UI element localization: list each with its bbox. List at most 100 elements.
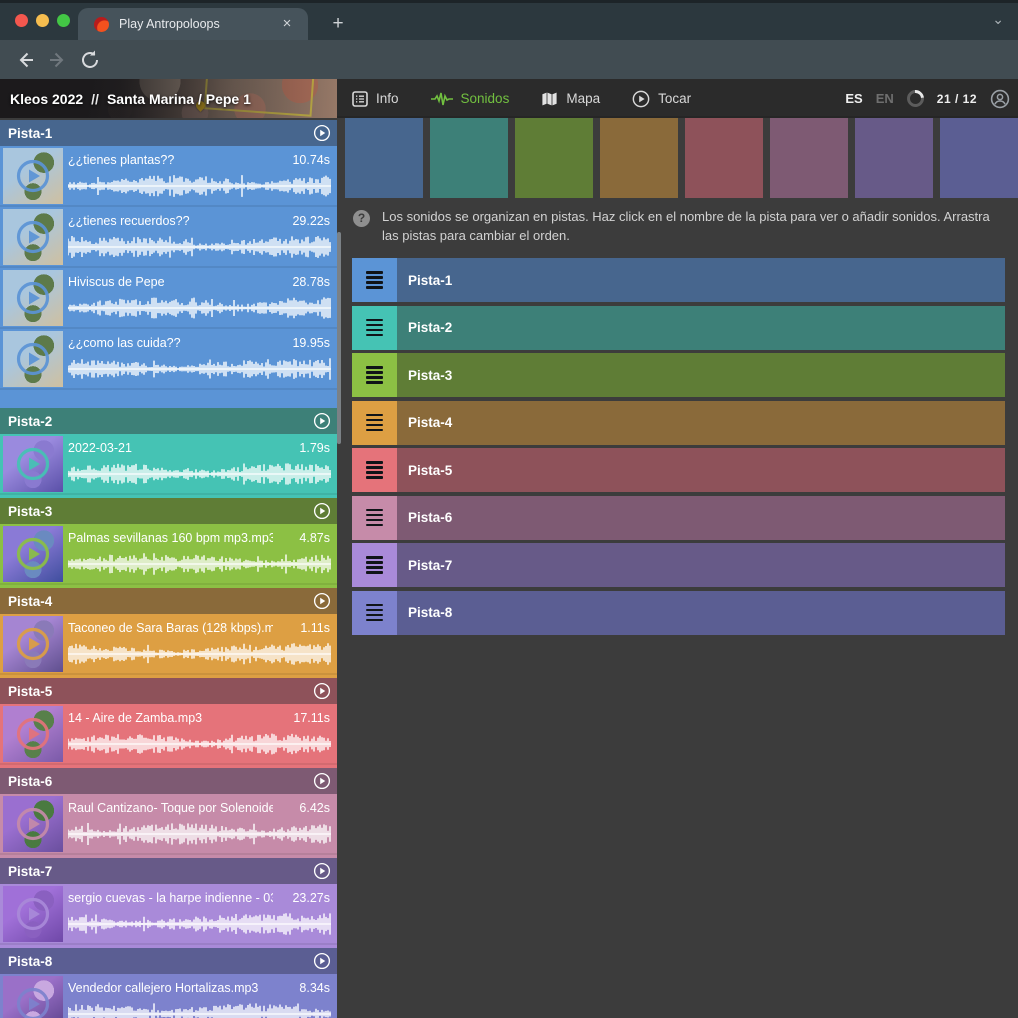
drag-handle-icon[interactable] xyxy=(352,258,397,302)
clip-play-icon[interactable] xyxy=(16,987,50,1018)
track-row-pista-8[interactable]: Pista-8 xyxy=(352,591,1005,635)
sound-clip[interactable]: ¿¿tienes recuerdos?? 29.22s xyxy=(0,207,337,268)
clip-thumbnail[interactable] xyxy=(3,796,63,852)
breadcrumb-project[interactable]: Kleos 2022 xyxy=(10,91,83,107)
track-header[interactable]: Pista-7 xyxy=(0,858,337,884)
clip-thumbnail[interactable] xyxy=(3,148,63,204)
swatch-pista-5[interactable] xyxy=(685,118,763,198)
track-header[interactable]: Pista-1 xyxy=(0,120,337,146)
lang-es-button[interactable]: ES xyxy=(845,91,862,106)
drag-handle-icon[interactable] xyxy=(352,496,397,540)
tab-search-chevron-icon[interactable]: ⌄ xyxy=(992,11,1004,28)
clip-thumbnail[interactable] xyxy=(3,270,63,326)
clip-title: Palmas sevillanas 160 bpm mp3.mp3 xyxy=(68,531,273,545)
track-play-icon[interactable] xyxy=(313,772,331,790)
track-row-pista-4[interactable]: Pista-4 xyxy=(352,401,1005,445)
breadcrumb-location[interactable]: Santa Marina / Pepe 1 xyxy=(107,91,251,107)
clip-thumbnail[interactable] xyxy=(3,436,63,492)
sound-clip[interactable]: Hiviscus de Pepe 28.78s xyxy=(0,268,337,329)
track-header[interactable]: Pista-8 xyxy=(0,948,337,974)
swatch-pista-8[interactable] xyxy=(940,118,1018,198)
sound-clip[interactable]: Taconeo de Sara Baras (128 kbps).mp3 1.1… xyxy=(0,614,337,675)
clip-thumbnail[interactable] xyxy=(3,616,63,672)
drag-handle-icon[interactable] xyxy=(352,448,397,492)
swatch-pista-6[interactable] xyxy=(770,118,848,198)
window-minimize-button[interactable] xyxy=(36,14,49,27)
window-close-button[interactable] xyxy=(15,14,28,27)
clip-play-icon[interactable] xyxy=(16,220,50,254)
track-header[interactable]: Pista-4 xyxy=(0,588,337,614)
track-header[interactable]: Pista-5 xyxy=(0,678,337,704)
lang-en-button[interactable]: EN xyxy=(876,91,894,106)
clip-play-icon[interactable] xyxy=(16,627,50,661)
nav-tocar[interactable]: Tocar xyxy=(632,90,691,108)
clip-waveform xyxy=(68,295,331,321)
clip-thumbnail[interactable] xyxy=(3,209,63,265)
track-header[interactable]: Pista-2 xyxy=(0,408,337,434)
drag-handle-icon[interactable] xyxy=(352,591,397,635)
swatch-pista-7[interactable] xyxy=(855,118,933,198)
forward-icon[interactable] xyxy=(47,49,69,71)
back-icon[interactable] xyxy=(14,49,36,71)
nav-info-label: Info xyxy=(376,91,399,106)
drag-handle-icon[interactable] xyxy=(352,353,397,397)
track-row-pista-7[interactable]: Pista-7 xyxy=(352,543,1005,587)
map-thumbnail: Kleos 2022 // Santa Marina / Pepe 1 xyxy=(0,79,337,118)
track-row-pista-5[interactable]: Pista-5 xyxy=(352,448,1005,492)
sound-clip[interactable]: Vendedor callejero Hortalizas.mp3 8.34s xyxy=(0,974,337,1018)
clip-play-icon[interactable] xyxy=(16,897,50,931)
track-play-icon[interactable] xyxy=(313,862,331,880)
clip-play-icon[interactable] xyxy=(16,281,50,315)
tab-close-icon[interactable]: × xyxy=(278,15,296,33)
drag-handle-icon[interactable] xyxy=(352,401,397,445)
window-zoom-button[interactable] xyxy=(57,14,70,27)
nav-mapa[interactable]: Mapa xyxy=(541,91,600,107)
browser-tab[interactable]: Play Antropoloops × xyxy=(78,8,308,40)
clip-play-icon[interactable] xyxy=(16,537,50,571)
clip-thumbnail[interactable] xyxy=(3,526,63,582)
clip-thumbnail[interactable] xyxy=(3,331,63,387)
track-header[interactable]: Pista-6 xyxy=(0,768,337,794)
swatch-pista-4[interactable] xyxy=(600,118,678,198)
sound-clip[interactable]: 2022-03-21 1.79s xyxy=(0,434,337,495)
track-row-pista-1[interactable]: Pista-1 xyxy=(352,258,1005,302)
track-play-icon[interactable] xyxy=(313,412,331,430)
sound-clip[interactable]: Raul Cantizano- Toque por Solenoide.mp3 … xyxy=(0,794,337,855)
track-row-pista-3[interactable]: Pista-3 xyxy=(352,353,1005,397)
sound-clip[interactable]: 14 - Aire de Zamba.mp3 17.11s xyxy=(0,704,337,765)
track-play-icon[interactable] xyxy=(313,124,331,142)
app-header: Kleos 2022 // Santa Marina / Pepe 1 Info… xyxy=(0,79,1018,118)
sound-clip[interactable]: sergio cuevas - la harpe indienne - 03 -… xyxy=(0,884,337,945)
clip-play-icon[interactable] xyxy=(16,717,50,751)
sound-clip[interactable]: ¿¿tienes plantas?? 10.74s xyxy=(0,146,337,207)
track-header[interactable]: Pista-3 xyxy=(0,498,337,524)
drag-handle-icon[interactable] xyxy=(352,543,397,587)
clip-thumbnail[interactable] xyxy=(3,706,63,762)
clip-play-icon[interactable] xyxy=(16,342,50,376)
sound-clip[interactable]: Palmas sevillanas 160 bpm mp3.mp3 4.87s xyxy=(0,524,337,585)
clip-thumbnail[interactable] xyxy=(3,976,63,1018)
track-play-icon[interactable] xyxy=(313,592,331,610)
account-icon[interactable] xyxy=(990,89,1010,109)
clip-play-icon[interactable] xyxy=(16,807,50,841)
clip-play-icon[interactable] xyxy=(16,159,50,193)
track-play-icon[interactable] xyxy=(313,502,331,520)
track-play-icon[interactable] xyxy=(313,952,331,970)
clip-play-icon[interactable] xyxy=(16,447,50,481)
nav-info[interactable]: Info xyxy=(352,91,399,107)
reload-icon[interactable] xyxy=(79,49,101,71)
swatch-pista-1[interactable] xyxy=(345,118,423,198)
new-tab-button[interactable]: + xyxy=(326,12,350,36)
swatch-pista-3[interactable] xyxy=(515,118,593,198)
sound-clip[interactable]: ¿¿como las cuida?? 19.95s xyxy=(0,329,337,390)
swatch-pista-2[interactable] xyxy=(430,118,508,198)
clip-title: 14 - Aire de Zamba.mp3 xyxy=(68,711,273,725)
header-controls: ES EN 21 / 12 xyxy=(845,79,1010,118)
drag-handle-icon[interactable] xyxy=(352,306,397,350)
nav-sonidos[interactable]: Sonidos xyxy=(431,91,510,107)
sidebar-scrollbar[interactable] xyxy=(337,232,341,444)
track-play-icon[interactable] xyxy=(313,682,331,700)
track-row-pista-6[interactable]: Pista-6 xyxy=(352,496,1005,540)
clip-thumbnail[interactable] xyxy=(3,886,63,942)
track-row-pista-2[interactable]: Pista-2 xyxy=(352,306,1005,350)
